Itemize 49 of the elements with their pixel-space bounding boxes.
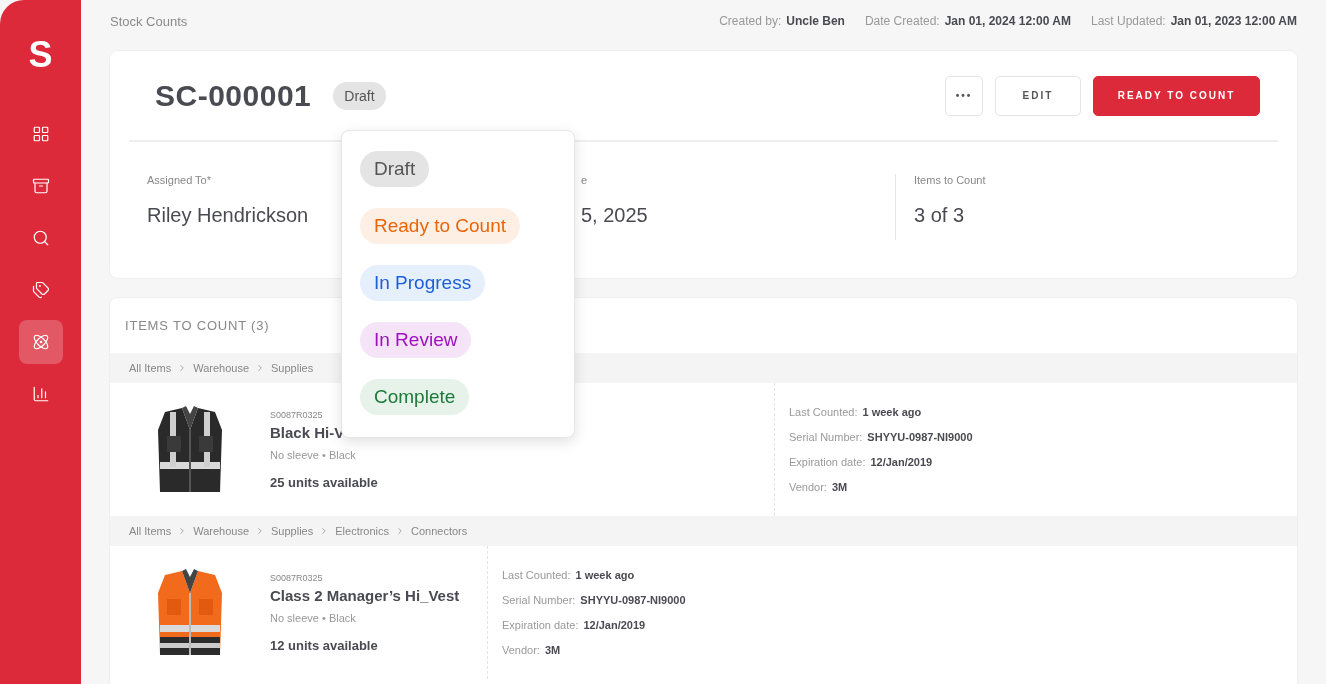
detail-text: Serial Number: SHYYU-0987-NI9000 [789, 431, 973, 443]
detail-text: Vendor: 3M [789, 481, 849, 493]
units-text: 25 units available [270, 474, 378, 490]
detail-text: Expiration date: 12/Jan/2019 [502, 619, 647, 631]
status-badge[interactable]: Draft [333, 81, 386, 110]
field-value: 3 of 3 [914, 204, 965, 227]
field-label: e [581, 174, 588, 186]
section-title: ITEMS TO COUNT (3) [125, 318, 270, 333]
bar-chart-icon [31, 385, 50, 403]
more-button[interactable]: ••• [945, 75, 983, 116]
field-value: Riley Hendrickson [147, 204, 309, 227]
box-icon [31, 177, 50, 195]
grid-icon [31, 125, 50, 143]
logo[interactable]: S [28, 34, 53, 84]
sku-text: S0087R0325 [270, 572, 324, 583]
meta-text: Last Updated: Jan 01, 2023 12:00 AM [1090, 14, 1297, 28]
item-name: Class 2 Manager’s Hi_Vest [270, 586, 460, 604]
breadcrumb-link[interactable]: Electronics [335, 525, 390, 537]
units-text: 12 units available [270, 637, 379, 653]
detail-text: Expiration date: 12/Jan/2019 [789, 456, 934, 468]
atom-icon [31, 333, 50, 351]
variant-text: No sleeve • Black [270, 448, 357, 461]
breadcrumb: Stock Counts [110, 13, 188, 29]
stock-count-id: SC-000001 [155, 78, 312, 113]
breadcrumb-link[interactable]: Connectors [411, 525, 468, 537]
status-option[interactable]: Complete [360, 379, 470, 415]
detail-text: Last Counted: 1 week ago [789, 406, 923, 418]
detail-text: Last Counted: 1 week ago [502, 569, 636, 581]
status-option[interactable]: Ready to Count [360, 208, 521, 244]
breadcrumb-link[interactable]: All Items [129, 525, 172, 537]
sku-text: S0087R0325 [270, 409, 324, 420]
tags-icon [31, 281, 50, 299]
field-label: Items to Count [914, 174, 986, 186]
status-option[interactable]: In Progress [360, 265, 486, 301]
status-option[interactable]: Draft [360, 151, 430, 187]
breadcrumb-link[interactable]: Warehouse [193, 525, 250, 537]
status-option[interactable]: In Review [360, 322, 472, 358]
nav-button[interactable] [18, 320, 63, 364]
search-icon [31, 229, 50, 247]
field-value: 5, 2025 [581, 204, 648, 227]
variant-text: No sleeve • Black [270, 611, 357, 624]
meta-text: Date Created: Jan 01, 2024 12:00 AM [864, 14, 1071, 28]
meta-text: Created by: Uncle Ben [719, 14, 845, 28]
detail-text: Serial Number: SHYYU-0987-NI9000 [502, 594, 686, 606]
edit-button[interactable]: EDIT [995, 75, 1081, 116]
detail-text: Vendor: 3M [502, 644, 562, 656]
ready-to-count-button[interactable]: READY TO COUNT [1093, 75, 1260, 116]
breadcrumb-link[interactable]: Supplies [271, 525, 314, 537]
field-label: Assigned To* [147, 174, 211, 186]
